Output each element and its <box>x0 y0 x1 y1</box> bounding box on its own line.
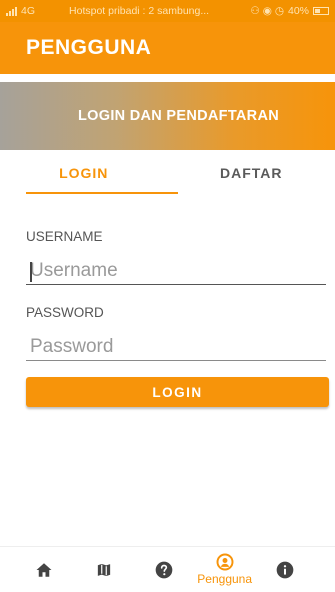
help-icon <box>156 561 173 578</box>
nav-home[interactable] <box>19 547 69 592</box>
text-cursor <box>30 262 32 282</box>
battery-icon <box>313 7 329 15</box>
tab-login-label: LOGIN <box>59 165 109 181</box>
password-label: PASSWORD <box>26 305 104 320</box>
banner-title: LOGIN DAN PENDAFTARAN <box>78 108 279 124</box>
header-banner: LOGIN DAN PENDAFTARAN <box>0 82 335 150</box>
tab-login[interactable]: LOGIN <box>0 160 177 194</box>
notification-icons: ⚇ ◉ ◷ <box>250 5 284 17</box>
tab-daftar[interactable]: DAFTAR <box>168 160 335 194</box>
map-icon <box>96 561 112 578</box>
status-bar: 4G Hotspot pribadi : 2 sambung... ⚇ ◉ ◷ … <box>0 0 335 22</box>
nav-info[interactable] <box>260 547 310 592</box>
username-input[interactable] <box>26 257 326 285</box>
password-input[interactable] <box>26 333 326 361</box>
home-icon <box>36 562 52 577</box>
info-icon <box>276 561 294 578</box>
nav-map[interactable] <box>79 547 129 592</box>
nav-help[interactable] <box>139 547 189 592</box>
network-type: 4G <box>21 5 36 17</box>
username-label: USERNAME <box>26 229 103 244</box>
nav-pengguna-label: Pengguna <box>197 572 253 586</box>
hotspot-status: Hotspot pribadi : 2 sambung... <box>69 5 210 17</box>
login-button[interactable]: LOGIN <box>26 377 329 407</box>
battery-percent: 40% <box>287 5 309 17</box>
tab-bar: LOGIN DAFTAR <box>0 160 335 194</box>
nav-pengguna[interactable]: Pengguna <box>197 547 253 592</box>
page-title: PENGGUNA <box>26 36 152 59</box>
bottom-navigation: Pengguna <box>0 546 335 592</box>
tab-daftar-label: DAFTAR <box>219 165 283 181</box>
app-bar: PENGGUNA <box>0 22 335 74</box>
signal-icon <box>6 6 17 16</box>
user-icon <box>216 553 234 571</box>
